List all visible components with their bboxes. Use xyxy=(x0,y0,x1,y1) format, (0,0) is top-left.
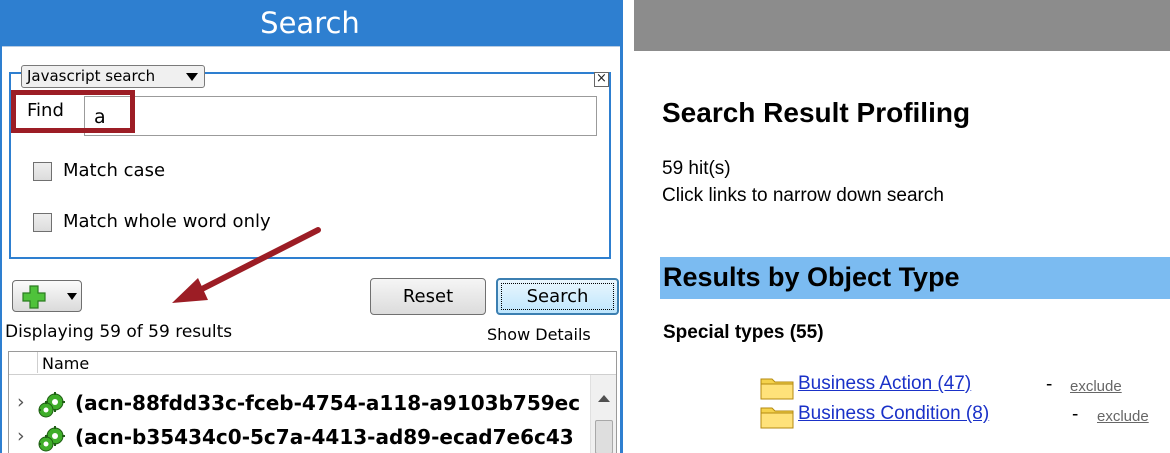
expand-arrow-icon[interactable]: › xyxy=(17,391,25,413)
column-header-name[interactable]: Name xyxy=(42,354,89,373)
close-icon[interactable]: × xyxy=(594,72,609,87)
search-panel: Search Javascript search × a Find Match … xyxy=(0,0,624,453)
table-row[interactable]: › (acn-b35434c0-5c7a-4413-ad89-ecad7e6c4… xyxy=(9,420,587,453)
scroll-thumb[interactable] xyxy=(595,420,613,453)
reset-button[interactable]: Reset xyxy=(370,278,486,315)
results-table: Name › (acn-88fdd33c-fceb-4754-a118-a910… xyxy=(8,351,617,453)
search-panel-title: Search xyxy=(0,0,620,46)
results-scrollbar[interactable] xyxy=(590,375,616,453)
expand-arrow-icon[interactable]: › xyxy=(17,425,25,447)
hit-count: 59 hit(s) xyxy=(662,158,731,179)
column-divider xyxy=(37,352,38,373)
add-criteria-button[interactable] xyxy=(12,280,82,312)
table-row[interactable]: › (acn-88fdd33c-fceb-4754-a118-a9103b759… xyxy=(9,386,587,422)
results-count: Displaying 59 of 59 results xyxy=(5,322,233,342)
match-case-label: Match case xyxy=(63,160,166,181)
row-name: (acn-88fdd33c-fceb-4754-a118-a9103b759ec xyxy=(75,391,581,415)
match-case-checkbox[interactable] xyxy=(33,162,52,181)
item-separator: - xyxy=(1072,404,1079,425)
chevron-down-icon xyxy=(67,293,77,300)
search-button[interactable]: Search xyxy=(496,278,619,315)
header-rule xyxy=(9,374,616,375)
find-input[interactable]: a xyxy=(84,96,597,136)
scroll-up-icon[interactable] xyxy=(598,395,610,402)
match-whole-word-label: Match whole word only xyxy=(63,211,271,232)
exclude-link[interactable]: exclude xyxy=(1070,378,1122,395)
match-whole-word-checkbox[interactable] xyxy=(33,213,52,232)
header-separator xyxy=(0,46,620,47)
business-condition-link[interactable]: Business Condition (8) xyxy=(798,403,989,425)
section-title: Results by Object Type xyxy=(663,262,960,292)
panel-right-border xyxy=(620,0,623,453)
chevron-down-icon xyxy=(186,73,198,81)
profiling-header-bar xyxy=(634,0,1170,51)
exclude-link[interactable]: exclude xyxy=(1097,408,1149,425)
gear-icon xyxy=(38,392,65,418)
search-type-dropdown[interactable]: Javascript search xyxy=(21,65,205,88)
item-separator: - xyxy=(1046,374,1053,395)
folder-icon xyxy=(760,407,794,429)
focus-ring xyxy=(501,283,614,310)
folder-icon xyxy=(760,378,794,400)
instruction-text: Click links to narrow down search xyxy=(662,185,944,206)
search-type-value: Javascript search xyxy=(27,67,156,85)
business-action-link[interactable]: Business Action (47) xyxy=(798,373,971,395)
profiling-title: Search Result Profiling xyxy=(662,97,971,128)
gear-icon xyxy=(38,426,65,452)
group-title: Special types (55) xyxy=(663,322,824,343)
show-details-link[interactable]: Show Details xyxy=(487,325,591,344)
find-label: Find xyxy=(27,100,64,121)
row-name: (acn-b35434c0-5c7a-4413-ad89-ecad7e6c43 xyxy=(75,425,574,449)
panel-splitter[interactable] xyxy=(624,0,634,453)
panel-left-border xyxy=(0,46,2,453)
plus-icon xyxy=(22,285,46,309)
